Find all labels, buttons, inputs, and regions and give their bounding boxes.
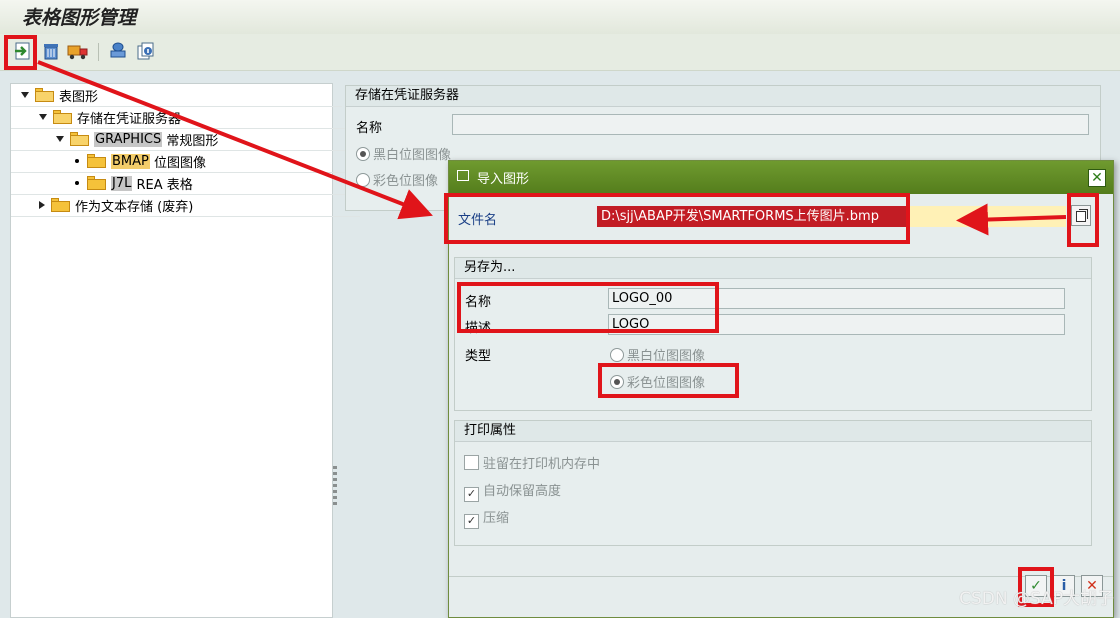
watermark: CSDN @SAP大胡子 [959,589,1114,609]
arrow-import-to-filename [37,60,433,220]
arrow-browse-to-filename [956,203,1067,236]
annotation-arrows [37,60,1067,236]
